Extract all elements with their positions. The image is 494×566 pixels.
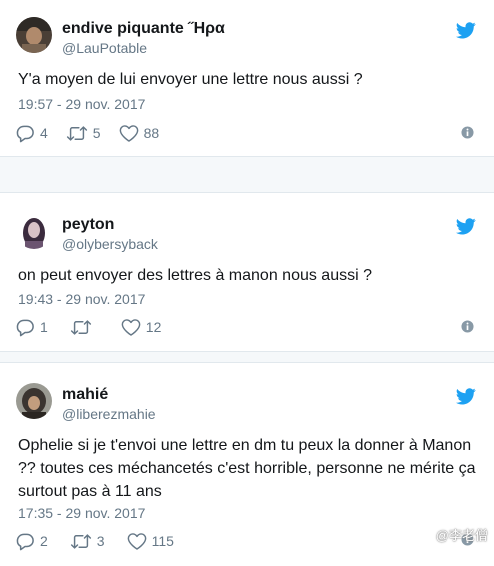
tweet-actions: 4 5 88 — [16, 123, 177, 143]
retweet-button[interactable]: 3 — [70, 532, 105, 551]
avatar[interactable] — [16, 213, 52, 249]
twitter-bird-icon[interactable] — [456, 388, 476, 405]
retweet-button[interactable] — [70, 318, 97, 337]
heart-icon — [127, 532, 147, 551]
twitter-bird-icon[interactable] — [456, 22, 476, 39]
retweet-count: 3 — [96, 533, 105, 549]
tweet-card[interactable]: endive piquante ˝Ηρα @LauPotable Y'a moy… — [0, 0, 494, 157]
tweet-timestamp[interactable]: 17:35 - 29 nov. 2017 — [18, 505, 145, 521]
retweet-icon — [70, 532, 92, 551]
user-handle[interactable]: @liberezmahie — [62, 406, 156, 422]
tweet-text: Y'a moyen de lui envoyer une lettre nous… — [18, 71, 363, 88]
display-name[interactable]: endive piquante ˝Ηρα — [62, 20, 225, 38]
twitter-bird-icon[interactable] — [456, 218, 476, 235]
reply-count: 1 — [40, 319, 48, 335]
heart-icon — [121, 318, 141, 337]
like-button[interactable]: 12 — [121, 318, 162, 337]
tweet-card[interactable]: peyton @olybersyback on peut envoyer des… — [0, 192, 494, 352]
timeline-gap — [0, 157, 494, 192]
info-icon[interactable] — [461, 126, 474, 139]
heart-icon — [119, 124, 139, 143]
retweet-count: 5 — [92, 125, 101, 141]
like-button[interactable]: 115 — [127, 532, 174, 551]
retweet-icon — [66, 124, 88, 143]
info-icon[interactable] — [461, 320, 474, 333]
reply-button[interactable]: 4 — [16, 124, 48, 143]
retweet-button[interactable]: 5 — [66, 124, 101, 143]
like-count: 12 — [145, 319, 162, 335]
user-handle[interactable]: @LauPotable — [62, 40, 147, 56]
display-name[interactable]: peyton — [62, 216, 114, 234]
like-button[interactable]: 88 — [119, 124, 160, 143]
tweet-text: on peut envoyer des lettres à manon nous… — [18, 267, 372, 284]
reply-count: 4 — [40, 125, 48, 141]
tweet-text: Ophelie si je t'envoi une lettre en dm t… — [18, 437, 476, 500]
like-count: 115 — [151, 533, 174, 549]
reply-icon — [16, 124, 35, 143]
reply-icon — [16, 318, 35, 337]
tweet-actions: 2 3 115 — [16, 531, 192, 551]
reply-count: 2 — [40, 533, 48, 549]
avatar[interactable] — [16, 17, 52, 53]
reply-icon — [16, 532, 35, 551]
watermark: @李老僧 — [415, 525, 488, 544]
display-name[interactable]: mahié — [62, 386, 108, 404]
avatar[interactable] — [16, 383, 52, 419]
watermark-text: @李老僧 — [435, 528, 488, 543]
timeline-gap — [0, 352, 494, 362]
reply-button[interactable]: 1 — [16, 318, 48, 337]
retweet-icon — [70, 318, 92, 337]
like-count: 88 — [143, 125, 160, 141]
weibo-logo-icon — [415, 528, 432, 542]
tweet-timestamp[interactable]: 19:43 - 29 nov. 2017 — [18, 291, 145, 307]
user-handle[interactable]: @olybersyback — [62, 236, 158, 252]
reply-button[interactable]: 2 — [16, 532, 48, 551]
tweet-timestamp[interactable]: 19:57 - 29 nov. 2017 — [18, 96, 145, 112]
tweet-actions: 1 12 — [16, 317, 179, 337]
